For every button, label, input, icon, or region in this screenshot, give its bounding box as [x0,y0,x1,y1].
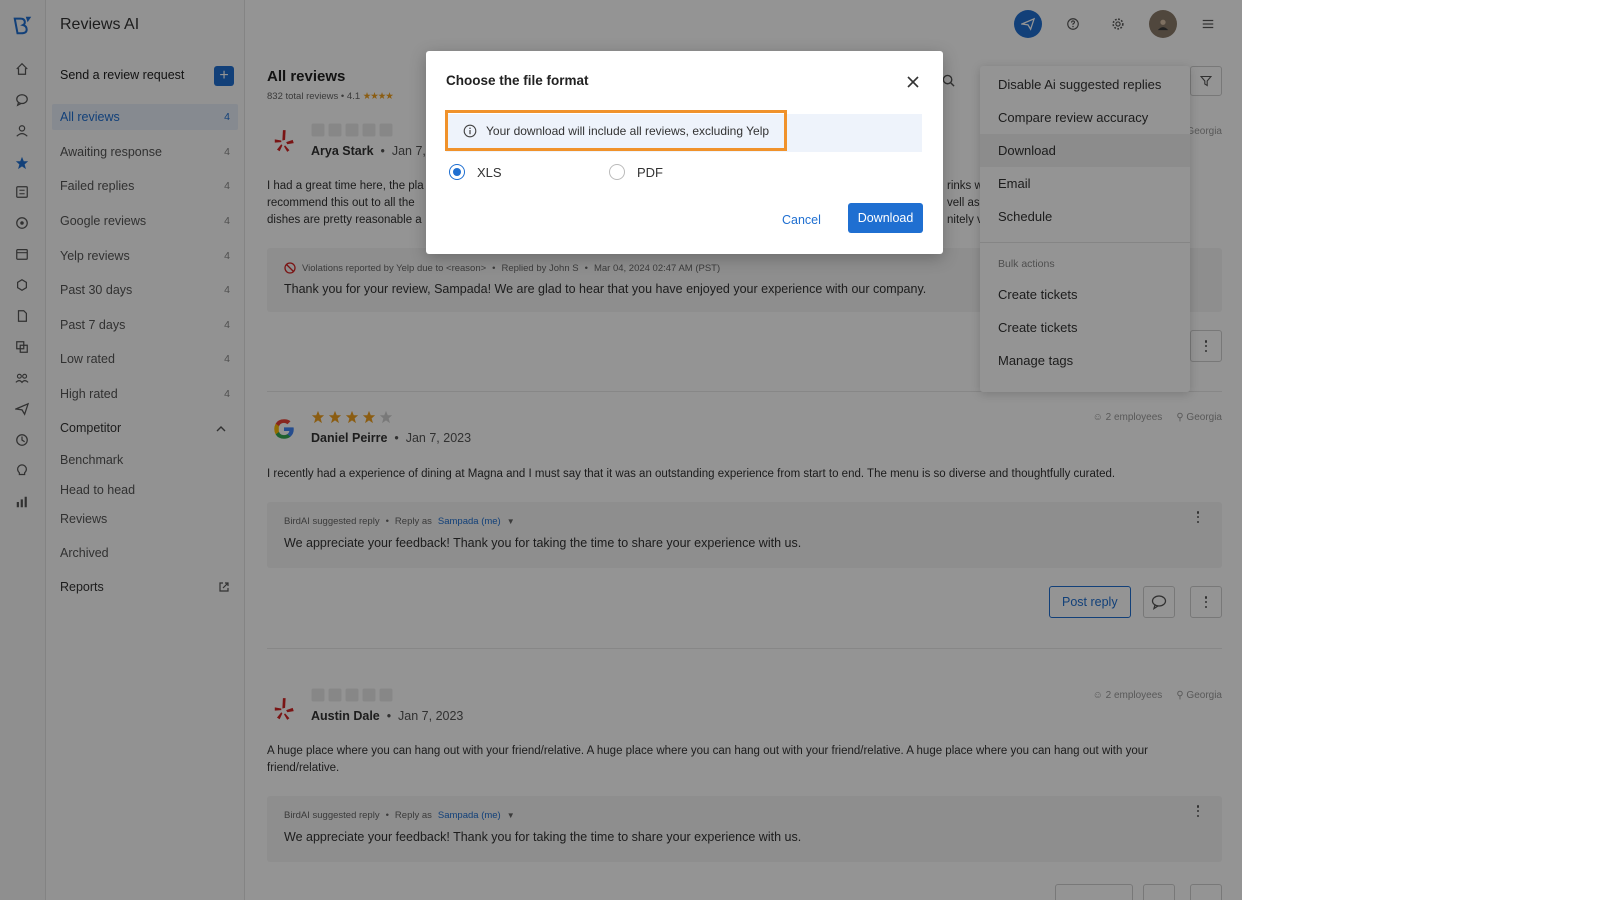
radio-unselected[interactable] [609,164,625,180]
info-message: Your download will include all reviews, … [486,123,770,138]
dialog-title: Choose the file format [446,73,589,88]
cancel-button[interactable]: Cancel [782,205,821,235]
app-window: Reviews AI Send a review request + All r… [0,0,1242,900]
format-option-xls[interactable]: XLS [449,164,502,180]
radio-selected[interactable] [449,164,465,180]
info-icon [463,124,477,137]
blank-area [1242,0,1600,900]
download-button[interactable]: Download [848,203,923,233]
info-banner-highlight: Your download will include all reviews, … [445,110,787,151]
format-option-pdf[interactable]: PDF [609,164,663,180]
close-icon[interactable] [906,75,920,89]
file-format-dialog: Choose the file format Your download wil… [426,51,943,254]
